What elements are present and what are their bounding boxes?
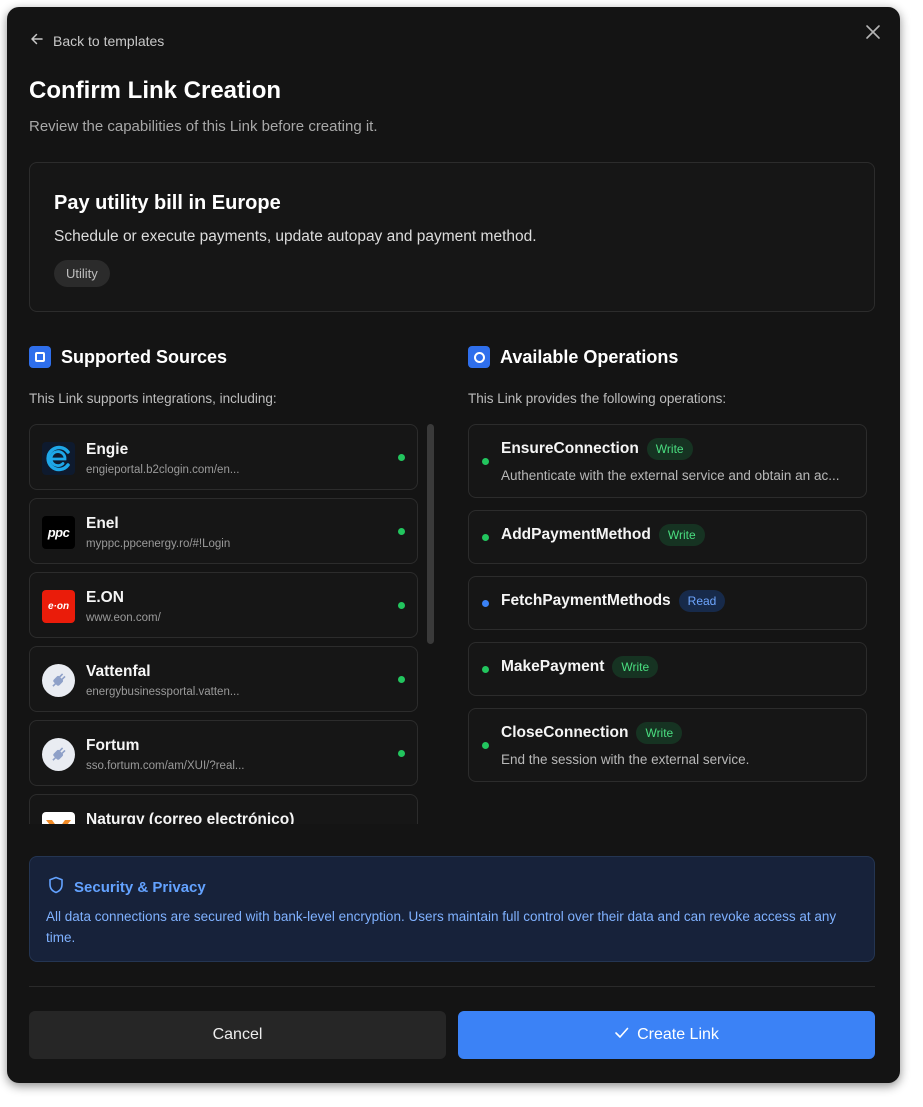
engie-logo-icon <box>42 442 75 475</box>
source-name: Naturgy (correo electrónico) <box>86 811 295 824</box>
operations-section-note: This Link provides the following operati… <box>468 391 727 406</box>
status-dot <box>398 528 405 535</box>
operation-name: MakePayment <box>501 658 605 675</box>
permission-badge: Read <box>678 590 726 612</box>
sources-list[interactable]: Engie engieportal.b2clogin.com/en... ppc… <box>29 424 418 824</box>
source-name: Vattenfal <box>86 663 151 680</box>
source-url: energybusinessportal.vatten... <box>86 686 240 698</box>
operation-item-fetch-payment-methods: FetchPaymentMethods Read <box>468 576 867 630</box>
operation-item-make-payment: MakePayment Write <box>468 642 867 696</box>
template-summary-card: Pay utility bill in Europe Schedule or e… <box>29 162 875 312</box>
security-privacy-notice: Security & Privacy All data connections … <box>29 856 875 962</box>
source-name: Engie <box>86 441 129 458</box>
source-name: Fortum <box>86 737 140 754</box>
close-icon[interactable] <box>864 23 882 41</box>
plug-icon <box>42 738 75 771</box>
permission-badge: Write <box>636 722 683 744</box>
source-item-fortum[interactable]: Fortum sso.fortum.com/am/XUI/?real... <box>29 720 418 786</box>
available-operations-heading: Available Operations <box>468 346 678 368</box>
create-link-button-label: Create Link <box>637 1026 719 1043</box>
operation-description: Authenticate with the external service a… <box>501 468 840 483</box>
cancel-button-label: Cancel <box>212 1026 263 1043</box>
permission-badge: Write <box>658 524 705 546</box>
eon-logo-icon: e·on <box>42 590 75 623</box>
status-dot <box>398 676 405 683</box>
template-name: Pay utility bill in Europe <box>54 192 281 214</box>
create-link-button[interactable]: Create Link <box>458 1011 875 1059</box>
operation-name: FetchPaymentMethods <box>501 592 671 609</box>
source-item-enel[interactable]: ppc Enel myppc.ppcenergy.ro/#!Login <box>29 498 418 564</box>
template-tag: Utility <box>54 260 110 287</box>
page-subtitle: Review the capabilities of this Link bef… <box>29 118 378 135</box>
scrollbar-thumb[interactable] <box>427 424 434 644</box>
permission-badge: Write <box>646 438 693 460</box>
operation-description: End the session with the external servic… <box>501 752 750 767</box>
back-to-templates-link[interactable]: Back to templates <box>29 31 164 50</box>
sources-scrollbar[interactable] <box>426 424 434 824</box>
operations-section-icon <box>468 346 490 368</box>
permission-badge: Write <box>612 656 659 678</box>
status-dot <box>482 742 489 749</box>
page-title: Confirm Link Creation <box>29 77 282 104</box>
source-name: E.ON <box>86 589 124 606</box>
source-name: Enel <box>86 515 119 532</box>
operation-name: CloseConnection <box>501 724 629 741</box>
confirm-link-dialog: Back to templates Confirm Link Creation … <box>7 7 900 1083</box>
naturgy-logo-icon <box>42 812 75 824</box>
plug-icon <box>42 664 75 697</box>
security-title: Security & Privacy <box>74 878 206 896</box>
operation-name: AddPaymentMethod <box>501 526 651 543</box>
operation-item-close-connection: CloseConnection Write End the session wi… <box>468 708 867 782</box>
sources-section-icon <box>29 346 51 368</box>
footer-divider <box>29 986 875 987</box>
operation-item-add-payment-method: AddPaymentMethod Write <box>468 510 867 564</box>
source-url: myppc.ppcenergy.ro/#!Login <box>86 538 231 550</box>
cancel-button[interactable]: Cancel <box>29 1011 446 1059</box>
operation-item-ensure-connection: EnsureConnection Write Authenticate with… <box>468 424 867 498</box>
operation-name: EnsureConnection <box>501 440 639 457</box>
source-item-engie[interactable]: Engie engieportal.b2clogin.com/en... <box>29 424 418 490</box>
source-url: engieportal.b2clogin.com/en... <box>86 464 240 476</box>
status-dot <box>482 534 489 541</box>
sources-section-title: Supported Sources <box>61 346 228 367</box>
source-url: sso.fortum.com/am/XUI/?real... <box>86 760 245 772</box>
shield-icon <box>47 876 65 898</box>
status-dot <box>482 458 489 465</box>
operations-section-title: Available Operations <box>500 346 679 367</box>
source-url: www.eon.com/ <box>86 612 161 624</box>
status-dot <box>398 750 405 757</box>
back-link-label: Back to templates <box>53 32 165 49</box>
status-dot <box>482 600 489 607</box>
status-dot <box>398 454 405 461</box>
check-icon <box>614 1025 629 1045</box>
status-dot <box>482 666 489 673</box>
source-item-eon[interactable]: e·on E.ON www.eon.com/ <box>29 572 418 638</box>
source-item-naturgy[interactable]: Naturgy (correo electrónico) <box>29 794 418 824</box>
supported-sources-heading: Supported Sources <box>29 346 227 368</box>
source-item-vattenfal[interactable]: Vattenfal energybusinessportal.vatten... <box>29 646 418 712</box>
sources-section-note: This Link supports integrations, includi… <box>29 391 277 406</box>
security-text: All data connections are secured with ba… <box>46 909 837 945</box>
arrow-left-icon <box>29 31 45 50</box>
status-dot <box>398 602 405 609</box>
ppc-logo-icon: ppc <box>42 516 75 549</box>
template-description: Schedule or execute payments, update aut… <box>54 228 537 245</box>
